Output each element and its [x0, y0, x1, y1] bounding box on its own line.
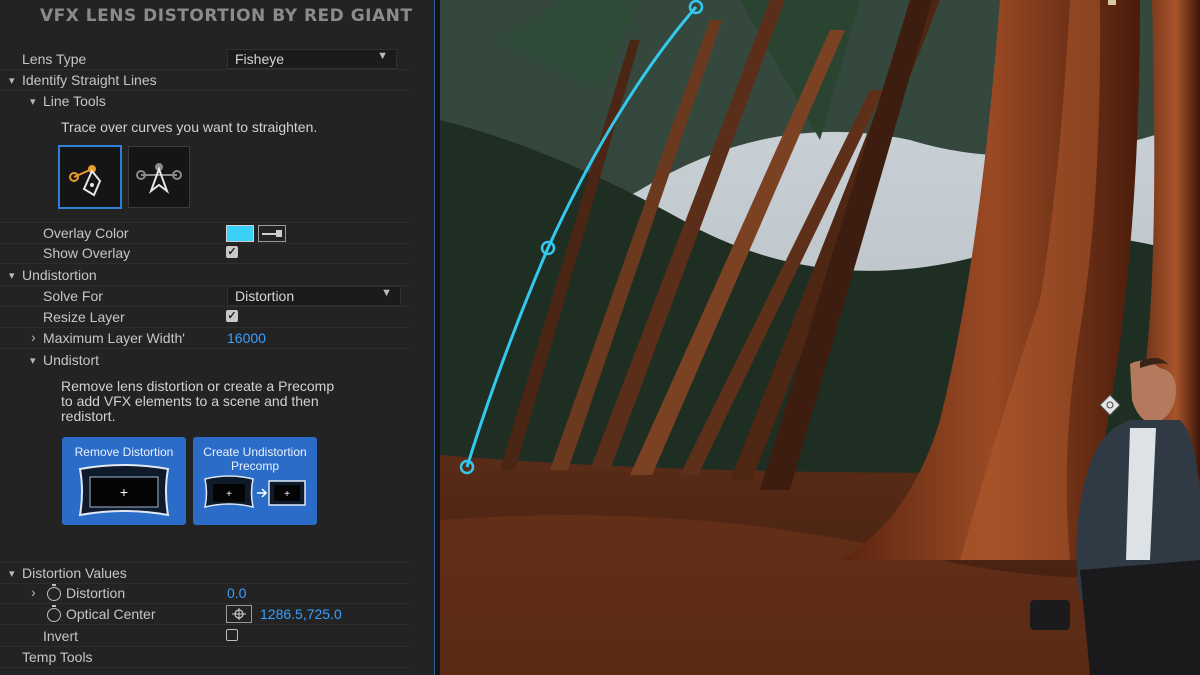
- twirl-closed-icon[interactable]: ›: [31, 329, 36, 345]
- undistort-desc-line: to add VFX elements to a scene and then: [61, 393, 319, 409]
- solve-for-value: Distortion: [235, 288, 295, 304]
- undistort-desc-line: redistort.: [61, 408, 116, 424]
- twirl-closed-icon[interactable]: ›: [31, 584, 36, 600]
- eyedropper-button[interactable]: [258, 225, 286, 242]
- max-layer-width-label: Maximum Layer Width': [43, 330, 185, 346]
- show-overlay-label: Show Overlay: [43, 245, 131, 261]
- undistortion-row[interactable]: ▾ Undistortion: [0, 265, 410, 286]
- max-layer-width-row: › Maximum Layer Width' 16000: [0, 328, 410, 349]
- eyedropper-icon: [262, 230, 282, 237]
- solve-for-row: Solve For Distortion ▼: [0, 286, 410, 307]
- show-overlay-checkbox[interactable]: ✓: [226, 246, 238, 258]
- optical-center-value[interactable]: 1286.5,725.0: [260, 606, 342, 622]
- stopwatch-icon[interactable]: [47, 605, 61, 622]
- line-tools-row[interactable]: ▾ Line Tools: [0, 91, 410, 111]
- svg-text:+: +: [284, 489, 290, 500]
- chevron-down-icon: ▼: [377, 50, 388, 62]
- corner-marker: [1108, 0, 1116, 5]
- overlay-color-swatch[interactable]: [226, 225, 254, 242]
- solve-for-dropdown[interactable]: Distortion ▼: [227, 286, 401, 306]
- point-picker-button[interactable]: [226, 605, 252, 623]
- lens-type-value: Fisheye: [235, 51, 285, 67]
- remove-distortion-button[interactable]: Remove Distortion +: [62, 437, 186, 525]
- anchor-tool-icon: [136, 163, 182, 194]
- invert-checkbox[interactable]: [226, 629, 238, 641]
- distortion-row: › Distortion 0.0: [0, 583, 410, 604]
- undistortion-label: Undistortion: [22, 267, 97, 283]
- distortion-values-row[interactable]: ▾ Distortion Values: [0, 562, 410, 584]
- optical-center-row: Optical Center 1286.5,725.0: [0, 604, 410, 625]
- undistort-description: Remove lens distortion or create a Preco…: [61, 379, 334, 424]
- undistort-frame-icon: +: [78, 464, 170, 517]
- max-layer-width-value[interactable]: 16000: [227, 330, 266, 346]
- undistort-label: Undistort: [43, 352, 100, 368]
- trace-instructions: Trace over curves you want to straighten…: [61, 119, 318, 135]
- twirl-open-icon[interactable]: ▾: [9, 74, 15, 87]
- pen-line-tool-button[interactable]: [58, 145, 122, 209]
- svg-text:+: +: [120, 484, 128, 500]
- effect-controls-panel: VFX LENS DISTORTION BY RED GIANT Lens Ty…: [0, 0, 434, 675]
- crosshair-icon: [232, 608, 246, 620]
- resize-layer-row: Resize Layer ✓: [0, 307, 410, 328]
- resize-layer-label: Resize Layer: [43, 309, 125, 325]
- identify-lines-label: Identify Straight Lines: [22, 72, 157, 88]
- optical-center-label: Optical Center: [66, 606, 156, 622]
- pen-tool-icon: [69, 165, 102, 197]
- twirl-open-icon[interactable]: ▾: [9, 269, 15, 282]
- overlay-color-row: Overlay Color: [0, 222, 410, 244]
- invert-row: Invert: [0, 626, 410, 647]
- undistort-desc-line: Remove lens distortion or create a Preco…: [61, 378, 335, 394]
- distortion-label: Distortion: [66, 585, 126, 601]
- distortion-values-label: Distortion Values: [22, 565, 127, 581]
- invert-label: Invert: [43, 628, 79, 644]
- temp-tools-row[interactable]: Temp Tools: [0, 647, 410, 668]
- chevron-down-icon: ▼: [381, 287, 392, 299]
- anchor-line-tool-button[interactable]: [128, 146, 190, 208]
- temp-tools-label: Temp Tools: [22, 649, 93, 665]
- distortion-value[interactable]: 0.0: [227, 585, 246, 601]
- create-precomp-button[interactable]: Create Undistortion Precomp + +: [193, 437, 317, 525]
- lens-type-dropdown[interactable]: Fisheye ▼: [227, 49, 397, 69]
- line-tools-label: Line Tools: [43, 93, 106, 109]
- undistort-row[interactable]: ▾ Undistort: [0, 350, 410, 370]
- panel-title: VFX LENS DISTORTION BY RED GIANT: [40, 6, 413, 26]
- precomp-flow-icon: + +: [204, 475, 306, 509]
- stopwatch-icon[interactable]: [47, 584, 61, 601]
- resize-layer-checkbox[interactable]: ✓: [226, 310, 238, 322]
- svg-text:+: +: [226, 489, 232, 500]
- twirl-open-icon[interactable]: ▾: [30, 354, 36, 367]
- forest-scene-image: [440, 0, 1200, 675]
- twirl-open-icon[interactable]: ▾: [30, 95, 36, 108]
- solve-for-label: Solve For: [43, 288, 103, 304]
- show-overlay-row: Show Overlay ✓: [0, 243, 410, 264]
- lens-type-row: Lens Type Fisheye ▼: [0, 49, 410, 70]
- identify-lines-row[interactable]: ▾ Identify Straight Lines: [0, 70, 410, 91]
- composition-viewer[interactable]: [440, 0, 1200, 675]
- overlay-color-label: Overlay Color: [43, 225, 129, 241]
- lens-type-label: Lens Type: [22, 51, 87, 67]
- twirl-open-icon[interactable]: ▾: [9, 567, 15, 580]
